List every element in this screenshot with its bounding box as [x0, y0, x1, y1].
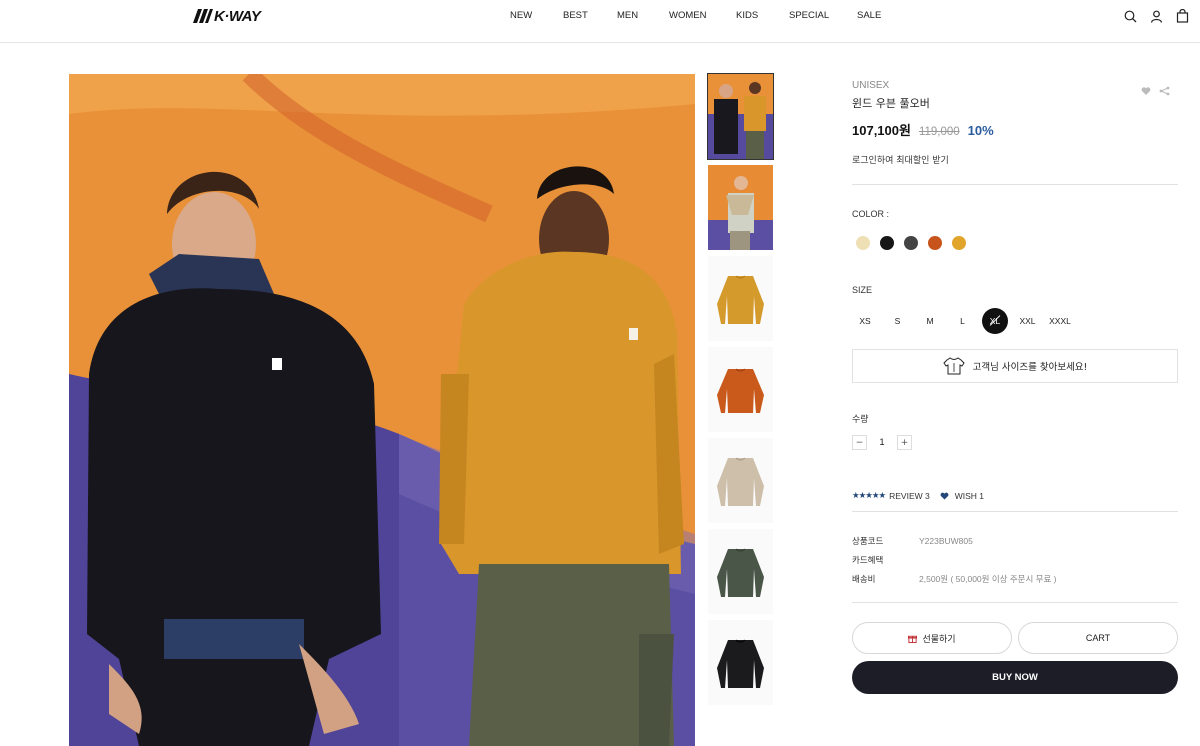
meta-row-product-code: 상품코드 Y223BUW805	[852, 531, 1178, 550]
nav-best[interactable]: BEST	[563, 10, 588, 21]
divider	[852, 511, 1178, 512]
size-option-selected[interactable]: XL	[982, 308, 1008, 334]
thumbnail-black-pullover[interactable]	[708, 620, 773, 705]
user-icon[interactable]	[1148, 8, 1164, 24]
site-header: K·WAY NEW BEST MEN WOMEN KIDS SPECIAL SA…	[0, 0, 1200, 43]
main-product-image[interactable]	[69, 74, 695, 746]
nav-women[interactable]: WOMEN	[669, 10, 706, 21]
meta-row-card-benefit: 카드혜택	[852, 550, 1178, 569]
quantity-stepper: − 1 +	[852, 435, 912, 450]
quantity-value[interactable]: 1	[867, 437, 897, 448]
buy-now-button[interactable]: BUY NOW	[852, 661, 1178, 694]
wish-heart-icon	[940, 492, 949, 500]
quantity-plus-button[interactable]: +	[897, 435, 912, 450]
meta-key: 상품코드	[852, 536, 884, 547]
price-row: 107,100원 119,000 10%	[852, 120, 994, 139]
size-options: XS S M L XL XXL XXXL	[852, 308, 1080, 334]
thumbnail-khaki-pullover[interactable]	[708, 529, 773, 614]
cart-button-label: CART	[1085, 633, 1111, 643]
thumbnail-list	[707, 73, 774, 711]
action-buttons: 선물하기 CART	[852, 622, 1178, 654]
nav-kids[interactable]: KIDS	[736, 10, 758, 21]
wish-count[interactable]: WISH 1	[955, 491, 984, 501]
tshirt-ruler-icon	[942, 357, 965, 375]
meta-value: Y223BUW805	[919, 535, 973, 546]
color-swatch-orange[interactable]	[928, 236, 942, 250]
meta-value: 2,500원 ( 50,000원 이상 주문시 무료 )	[919, 573, 1057, 584]
color-swatch-mustard[interactable]	[952, 236, 966, 250]
size-option[interactable]: XXL	[1015, 308, 1041, 334]
size-guide-text: 고객님 사이즈를 찾아보세요!	[972, 362, 1088, 373]
cart-bag-icon[interactable]	[1174, 8, 1190, 24]
size-option[interactable]: XXXL	[1047, 308, 1073, 334]
divider	[852, 602, 1178, 603]
heart-icon[interactable]	[1141, 81, 1151, 100]
logo-text: K·WAY	[214, 7, 261, 25]
quantity-minus-button[interactable]: −	[852, 435, 867, 450]
thumbnail-mustard-pullover[interactable]	[708, 256, 773, 341]
header-icons	[1122, 8, 1190, 24]
meta-key: 배송비	[852, 574, 876, 585]
color-swatch-black[interactable]	[880, 236, 894, 250]
cart-button[interactable]: CART	[1018, 622, 1178, 654]
product-name: 윈드 우븐 풀오버	[852, 97, 930, 110]
size-option[interactable]: L	[950, 308, 976, 334]
logo[interactable]: K·WAY	[193, 7, 261, 25]
divider	[852, 184, 1178, 185]
discount-rate: 10%	[967, 123, 994, 138]
size-option[interactable]: S	[885, 308, 911, 334]
thumbnail-model-with-scarf[interactable]	[708, 165, 773, 250]
login-discount-link[interactable]: 로그인하여 최대할인 받기	[852, 153, 949, 166]
color-label: COLOR :	[852, 209, 890, 219]
product-photo-illustration	[69, 74, 695, 746]
rating-stars: ★★★★★	[852, 490, 886, 500]
gift-button-label: 선물하기	[922, 633, 956, 644]
product-actions	[1141, 81, 1170, 100]
size-option[interactable]: M	[917, 308, 943, 334]
meta-key: 카드혜택	[852, 555, 884, 566]
search-icon[interactable]	[1122, 8, 1138, 24]
thumbnail-orange-pullover[interactable]	[708, 347, 773, 432]
color-swatches	[856, 236, 966, 250]
nav-new[interactable]: NEW	[510, 10, 532, 21]
size-label: SIZE	[852, 285, 873, 295]
gift-icon	[908, 635, 918, 643]
color-swatch-cream[interactable]	[856, 236, 870, 250]
sale-price: 107,100원	[852, 123, 911, 138]
nav-special[interactable]: SPECIAL	[789, 10, 829, 21]
nav-sale[interactable]: SALE	[857, 10, 881, 21]
size-guide-button[interactable]: 고객님 사이즈를 찾아보세요!	[852, 349, 1178, 383]
original-price: 119,000	[918, 126, 960, 138]
size-option[interactable]: XS	[852, 308, 878, 334]
meta-row-shipping: 배송비 2,500원 ( 50,000원 이상 주문시 무료 )	[852, 569, 1178, 588]
buy-now-label: BUY NOW	[992, 672, 1038, 683]
share-icon[interactable]	[1159, 81, 1170, 100]
nav-men[interactable]: MEN	[617, 10, 638, 21]
review-count[interactable]: REVIEW 3	[889, 491, 930, 501]
thumbnail-two-models[interactable]	[707, 73, 774, 160]
gift-button[interactable]: 선물하기	[852, 622, 1012, 654]
thumbnail-beige-pullover[interactable]	[708, 438, 773, 523]
kway-logo-mark-icon	[193, 9, 213, 23]
quantity-label: 수량	[852, 414, 869, 424]
product-meta: 상품코드 Y223BUW805 카드혜택 배송비 2,500원 ( 50,000…	[852, 531, 1178, 588]
product-category: UNISEX	[852, 80, 890, 91]
color-swatch-charcoal[interactable]	[904, 236, 918, 250]
review-wish-row: ★★★★★ REVIEW 3 WISH 1	[852, 490, 984, 501]
